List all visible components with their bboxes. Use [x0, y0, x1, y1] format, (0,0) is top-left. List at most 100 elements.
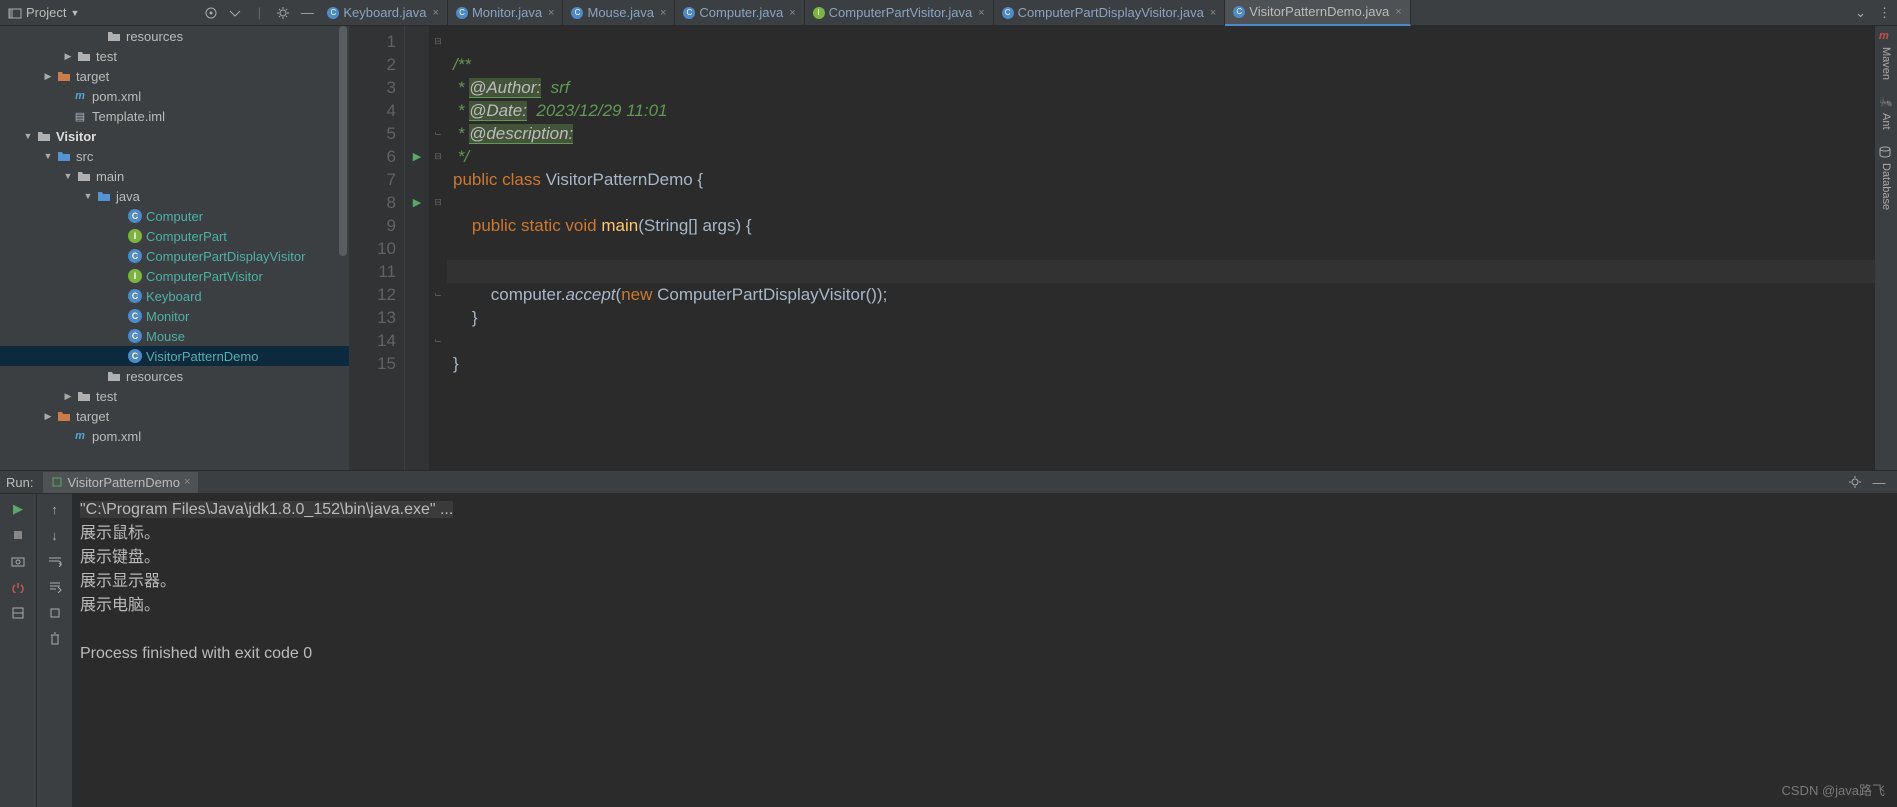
- tree-node[interactable]: CMouse: [0, 326, 349, 346]
- close-icon[interactable]: ×: [978, 7, 984, 19]
- tree-node[interactable]: ▤Template.iml: [0, 106, 349, 126]
- tree-label: Mouse: [146, 329, 185, 344]
- tree-node[interactable]: CVisitorPatternDemo: [0, 346, 349, 366]
- folder-icon: [76, 168, 92, 184]
- gear-icon[interactable]: [1846, 473, 1864, 491]
- run-gutter-icon[interactable]: ▶: [413, 196, 421, 209]
- ant-tool-button[interactable]: 🐜Ant: [1879, 96, 1893, 130]
- minimize-icon[interactable]: —: [298, 4, 316, 22]
- tree-node[interactable]: CMonitor: [0, 306, 349, 326]
- gear-icon[interactable]: [274, 4, 292, 22]
- scrollbar-vertical[interactable]: [339, 26, 347, 256]
- tree-node[interactable]: IComputerPartVisitor: [0, 266, 349, 286]
- expand-icon[interactable]: [226, 4, 244, 22]
- tree-node[interactable]: ▼main: [0, 166, 349, 186]
- tree-node[interactable]: mpom.xml: [0, 86, 349, 106]
- int-icon: I: [128, 229, 142, 243]
- line-number: 2: [349, 53, 396, 76]
- run-tab[interactable]: VisitorPatternDemo ×: [43, 472, 198, 493]
- editor-tab[interactable]: C Keyboard.java ×: [319, 0, 448, 26]
- tree-node[interactable]: C Keyboard: [0, 286, 349, 306]
- close-icon[interactable]: ×: [1210, 7, 1216, 19]
- project-label: Project: [26, 5, 66, 20]
- tree-twisty[interactable]: ▶: [60, 51, 76, 62]
- layout-icon[interactable]: [9, 604, 27, 622]
- tree-node[interactable]: ▶target: [0, 406, 349, 426]
- run-gutter-icon[interactable]: ▶: [413, 150, 421, 163]
- tree-twisty[interactable]: ▶: [60, 391, 76, 402]
- stop-icon[interactable]: [9, 526, 27, 544]
- tree-node[interactable]: resources: [0, 26, 349, 46]
- tree-twisty[interactable]: ▼: [40, 151, 56, 161]
- scroll-end-icon[interactable]: [46, 578, 64, 596]
- up-icon[interactable]: ↑: [46, 500, 64, 518]
- close-icon[interactable]: ×: [1395, 6, 1401, 18]
- tab-label: Keyboard.java: [343, 5, 426, 20]
- snapshot-icon[interactable]: [9, 552, 27, 570]
- tabs-more-icon[interactable]: ⋮: [1872, 5, 1897, 21]
- editor-tab[interactable]: CVisitorPatternDemo.java×: [1225, 0, 1410, 26]
- tree-label: ComputerPartVisitor: [146, 269, 263, 284]
- tree-node[interactable]: mpom.xml: [0, 426, 349, 446]
- tree-twisty[interactable]: ▼: [20, 131, 36, 141]
- exit-icon[interactable]: [9, 578, 27, 596]
- tree-node[interactable]: resources: [0, 366, 349, 386]
- editor-tab[interactable]: CComputerPartDisplayVisitor.java×: [994, 0, 1226, 26]
- top-bar: Project ▼ | — CKeyboard.java×CMonitor.ja…: [0, 0, 1897, 26]
- tabs-dropdown-icon[interactable]: ⌄: [1849, 5, 1872, 21]
- minimize-icon[interactable]: —: [1870, 473, 1888, 491]
- doc-tag: @description:: [469, 124, 573, 144]
- editor-tab[interactable]: IComputerPartVisitor.java×: [805, 0, 994, 26]
- code-editor[interactable]: 123456789101112131415 ▶ ▶ ⊟⌙⊟⊟⌙⌙ /** * @…: [349, 26, 1897, 470]
- down-icon[interactable]: ↓: [46, 526, 64, 544]
- close-icon[interactable]: ×: [789, 7, 795, 19]
- tree-label: Computer: [146, 209, 203, 224]
- database-tool-button[interactable]: Database: [1879, 146, 1893, 210]
- editor-tab[interactable]: CMouse.java×: [563, 0, 675, 26]
- tree-label: Keyboard: [146, 289, 202, 304]
- tree-twisty[interactable]: ▼: [80, 191, 96, 201]
- tree-label: Template.iml: [92, 109, 165, 124]
- tree-node[interactable]: ▶target: [0, 66, 349, 86]
- rerun-icon[interactable]: ▶: [9, 500, 27, 518]
- line-number: 6: [349, 145, 396, 168]
- tree-node[interactable]: ▼Visitor: [0, 126, 349, 146]
- project-icon: [8, 6, 22, 20]
- tree-label: ComputerPartDisplayVisitor: [146, 249, 305, 264]
- maven-tool-button[interactable]: mMaven: [1879, 30, 1893, 80]
- tree-node[interactable]: ▼java: [0, 186, 349, 206]
- cls-icon: C: [128, 289, 142, 303]
- tree-node[interactable]: CComputer: [0, 206, 349, 226]
- target-icon[interactable]: [202, 4, 220, 22]
- editor-tab[interactable]: CComputer.java×: [675, 0, 804, 26]
- code-body[interactable]: /** * @Author: srf * @Date: 2023/12/29 1…: [447, 26, 1897, 470]
- project-sidebar[interactable]: resources▶test▶targetmpom.xml▤Template.i…: [0, 26, 349, 470]
- console-line: 展示电脑。: [80, 594, 1889, 618]
- tree-node[interactable]: ▶test: [0, 46, 349, 66]
- gutter-run-icons: ▶ ▶: [405, 26, 429, 470]
- divider: |: [250, 4, 268, 22]
- trash-icon[interactable]: [46, 630, 64, 648]
- class-icon: C: [1002, 7, 1014, 19]
- soft-wrap-icon[interactable]: [46, 552, 64, 570]
- close-icon[interactable]: ×: [433, 7, 439, 19]
- line-number: 5: [349, 122, 396, 145]
- project-tool-button[interactable]: Project ▼: [0, 0, 87, 25]
- close-icon[interactable]: ×: [548, 7, 554, 19]
- tree-twisty[interactable]: ▶: [40, 71, 56, 82]
- print-icon[interactable]: [46, 604, 64, 622]
- close-icon[interactable]: ×: [660, 7, 666, 19]
- tree-node[interactable]: CComputerPartDisplayVisitor: [0, 246, 349, 266]
- close-icon[interactable]: ×: [184, 476, 190, 488]
- tree-node[interactable]: IComputerPart: [0, 226, 349, 246]
- editor-tab[interactable]: CMonitor.java×: [448, 0, 564, 26]
- tree-twisty[interactable]: ▼: [60, 171, 76, 181]
- line-number: 3: [349, 76, 396, 99]
- tree-twisty[interactable]: ▶: [40, 411, 56, 422]
- tree-node[interactable]: ▶ test: [0, 386, 349, 406]
- tree-node[interactable]: ▼src: [0, 146, 349, 166]
- console-output[interactable]: "C:\Program Files\Java\jdk1.8.0_152\bin\…: [72, 494, 1897, 807]
- class-icon: C: [327, 7, 339, 19]
- gutter-fold: ⊟⌙⊟⊟⌙⌙: [429, 26, 447, 470]
- tree-label: test: [96, 389, 117, 404]
